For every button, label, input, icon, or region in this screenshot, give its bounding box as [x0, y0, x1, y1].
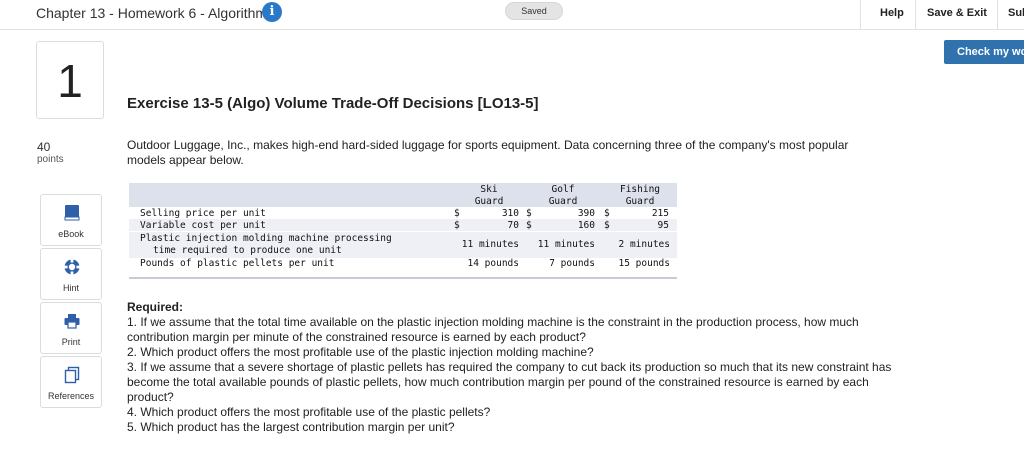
- hint-button[interactable]: Hint: [40, 248, 102, 300]
- table-header-band: [129, 183, 677, 207]
- required-item: 4. Which product offers the most profita…: [127, 405, 491, 419]
- required-section: Required: 1. If we assume that the total…: [127, 300, 897, 435]
- top-bar: Chapter 13 - Homework 6 - Algorithmic i …: [0, 0, 1024, 30]
- divider: [915, 0, 916, 29]
- row-label: Variable cost per unit: [140, 220, 266, 231]
- required-item: 5. Which product has the largest contrib…: [127, 420, 455, 434]
- required-item: 1. If we assume that the total time avai…: [127, 315, 859, 344]
- references-label: References: [47, 391, 95, 401]
- points-value: 40: [37, 140, 51, 154]
- required-item: 3. If we assume that a severe shortage o…: [127, 360, 892, 404]
- row-label: Plastic injection molding machine proces…: [140, 233, 392, 244]
- printer-icon: [64, 314, 80, 329]
- save-exit-button[interactable]: Save & Exit: [927, 7, 987, 19]
- submit-button[interactable]: Sul: [1008, 7, 1024, 19]
- table-cell: 70: [507, 220, 519, 231]
- check-my-work-button[interactable]: Check my wo: [944, 40, 1024, 64]
- currency-symbol: $: [454, 208, 460, 219]
- table-cell: 215: [651, 208, 669, 219]
- points-label: points: [37, 154, 64, 165]
- saved-status-badge: Saved: [505, 2, 563, 20]
- table-cell: 11 minutes: [537, 239, 595, 250]
- table-cell: 310: [501, 208, 519, 219]
- currency-symbol: $: [604, 220, 610, 231]
- column-header: Golf: [551, 184, 575, 195]
- help-button[interactable]: Help: [880, 7, 904, 19]
- currency-symbol: $: [526, 220, 532, 231]
- table-cell: 2 minutes: [618, 239, 670, 250]
- currency-symbol: $: [526, 208, 532, 219]
- hint-label: Hint: [62, 283, 79, 293]
- exercise-intro: Outdoor Luggage, Inc., makes high-end ha…: [127, 138, 849, 167]
- divider: [997, 0, 998, 29]
- table-cell: 15 pounds: [618, 258, 670, 269]
- row-label: time required to produce one unit: [153, 245, 342, 256]
- table-cell: 7 pounds: [549, 258, 595, 269]
- table-cell: 14 pounds: [467, 258, 519, 269]
- print-label: Print: [61, 337, 81, 347]
- column-header: Guard: [474, 196, 504, 207]
- exercise-title: Exercise 13-5 (Algo) Volume Trade-Off De…: [127, 95, 539, 112]
- table-cell: 95: [657, 220, 669, 231]
- currency-symbol: $: [454, 220, 460, 231]
- table-cell: 160: [577, 220, 595, 231]
- references-button[interactable]: References: [40, 356, 102, 408]
- column-header: Fishing: [619, 184, 661, 195]
- column-header: Guard: [625, 196, 655, 207]
- row-label: Pounds of plastic pellets per unit: [140, 258, 335, 269]
- required-heading: Required:: [127, 300, 184, 314]
- column-header: Guard: [548, 196, 578, 207]
- lifebuoy-icon: [64, 259, 80, 275]
- ebook-label: eBook: [58, 229, 84, 239]
- ebook-button[interactable]: eBook: [40, 194, 102, 246]
- info-icon[interactable]: i: [262, 2, 282, 22]
- assignment-title: Chapter 13 - Homework 6 - Algorithmic: [36, 5, 278, 21]
- required-item: 2. Which product offers the most profita…: [127, 345, 594, 359]
- divider: [860, 0, 861, 29]
- column-header: Ski: [480, 184, 498, 195]
- row-label: Selling price per unit: [140, 208, 266, 219]
- document-icon: [64, 366, 80, 384]
- table-cell: 11 minutes: [461, 239, 519, 250]
- print-button[interactable]: Print: [40, 302, 102, 354]
- table-cell: 390: [577, 208, 595, 219]
- question-number: 1: [36, 41, 104, 119]
- book-icon: [64, 205, 80, 221]
- currency-symbol: $: [604, 208, 610, 219]
- product-data-table: Ski Guard Golf Guard Fishing Guard Selli…: [129, 183, 677, 279]
